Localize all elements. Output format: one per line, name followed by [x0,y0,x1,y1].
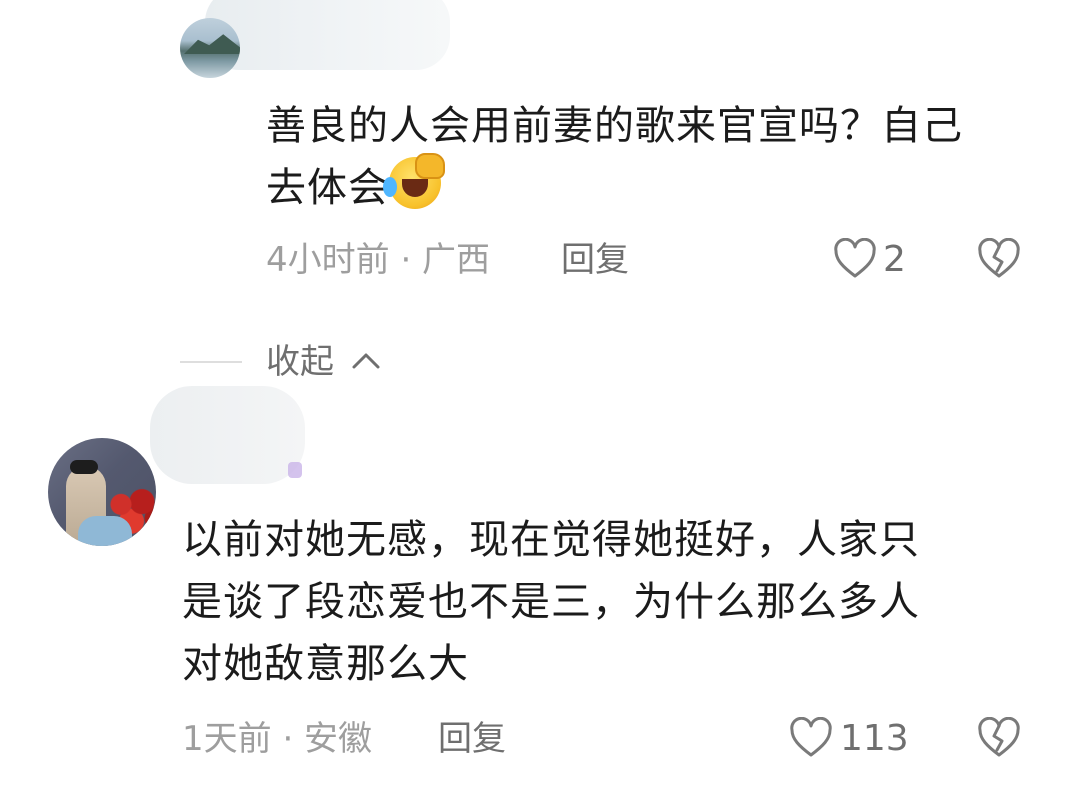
heart-outline-icon[interactable] [789,717,833,759]
comment-avatar[interactable] [48,438,156,546]
username-blurred-2 [150,386,305,484]
comment-reply-button[interactable]: 回复 [438,719,506,759]
comment-text-line-1: 以前对她无感，现在觉得她挺好，人家只 [182,517,920,563]
collapse-label: 收起 [266,342,334,382]
reply-like-count: 2 [883,239,906,280]
reply-meta: 4小时前 · 广西 [266,240,491,280]
comment-text-line-3: 对她敌意那么大 [182,641,469,687]
comment-text-line-2: 是谈了段恋爱也不是三，为什么那么多人 [182,579,920,625]
broken-heart-icon[interactable] [977,238,1021,280]
collapse-button[interactable]: 收起 [266,341,334,383]
chevron-up-icon[interactable] [350,349,382,373]
broken-heart-icon[interactable] [977,717,1021,759]
reply-reply-button[interactable]: 回复 [561,240,629,280]
reply-avatar[interactable] [180,18,240,78]
reply-comment-text: 善良的人会用前妻的歌来官宣吗？自己 去体会 [266,95,963,219]
collapse-divider [180,361,242,363]
comment-text: 以前对她无感，现在觉得她挺好，人家只 是谈了段恋爱也不是三，为什么那么多人 对她… [182,509,920,695]
reply-text-line-1: 善良的人会用前妻的歌来官宣吗？自己 [266,103,963,149]
comment-meta: 1天前 · 安徽 [182,719,373,759]
laughing-crying-emoji-icon [383,153,445,209]
reply-text-line-2-text: 去体会 [266,165,389,211]
heart-outline-icon[interactable] [833,238,877,280]
username-badge [288,462,302,478]
comment-like-count: 113 [840,718,909,759]
username-blurred [205,0,450,70]
reply-text-line-2: 去体会 [266,153,963,219]
